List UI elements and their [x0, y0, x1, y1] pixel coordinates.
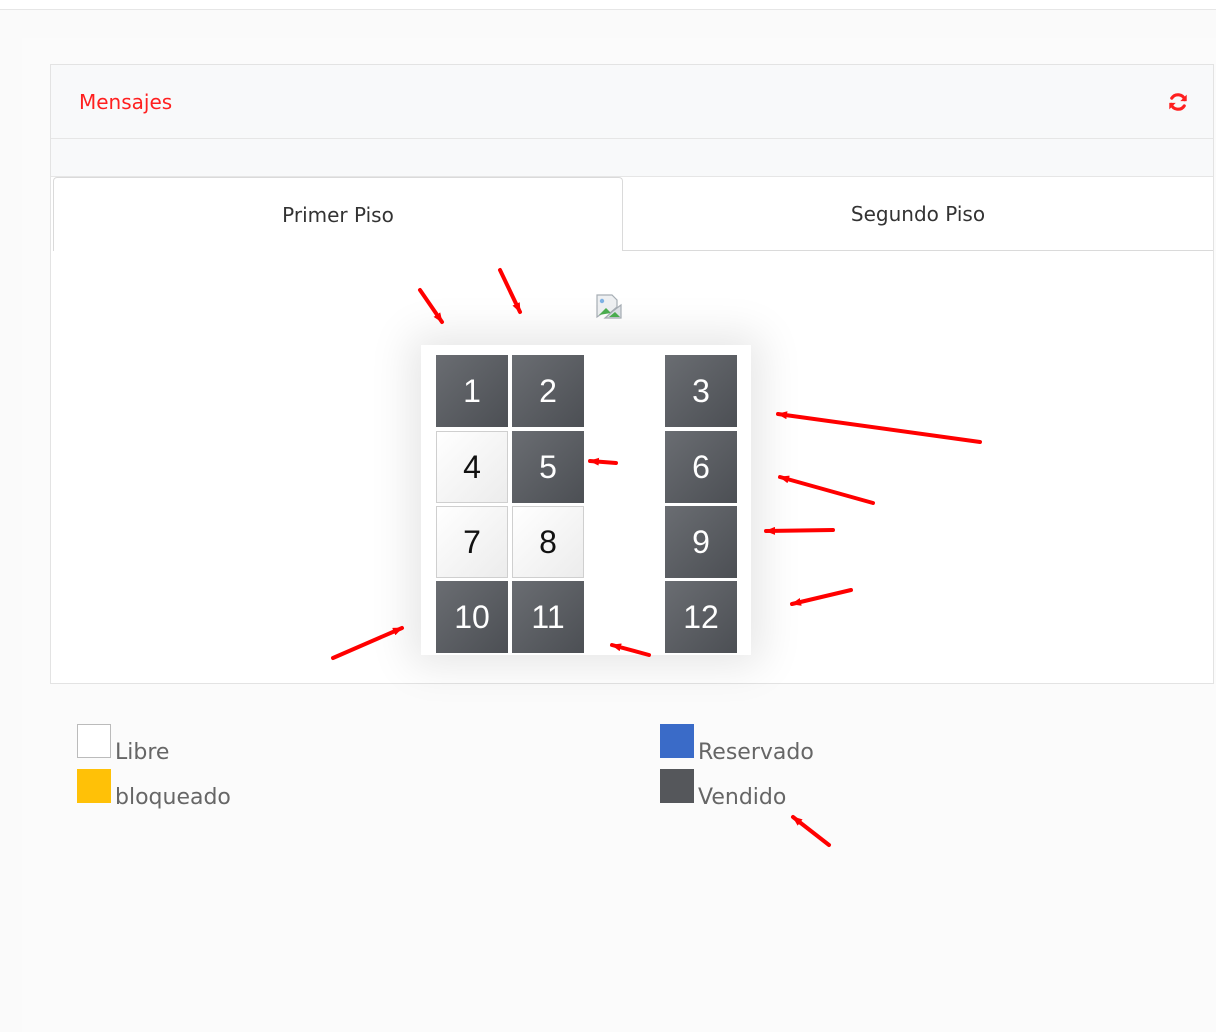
refresh-icon[interactable] [1167, 91, 1189, 113]
legend-label-bloqueado: bloqueado [115, 785, 231, 810]
seat-6[interactable]: 6 [665, 431, 737, 503]
floor-tabs: Primer Piso Segundo Piso [51, 177, 1213, 251]
seat-4[interactable]: 4 [436, 431, 508, 503]
legend-vendido: Vendido [660, 767, 786, 809]
panel-heading: Mensajes [51, 65, 1213, 139]
legend-label-vendido: Vendido [698, 785, 787, 810]
seat-2[interactable]: 2 [512, 355, 584, 427]
legend-label-libre: Libre [115, 740, 170, 765]
seat-9[interactable]: 9 [665, 506, 737, 578]
legend-swatch-vendido [660, 769, 694, 803]
tab-primer-piso[interactable]: Primer Piso [53, 177, 623, 251]
messages-panel: Mensajes Primer Piso Segundo Piso 1 2 3 … [50, 64, 1214, 684]
seat-7[interactable]: 7 [436, 506, 508, 578]
tab-segundo-piso[interactable]: Segundo Piso [623, 177, 1213, 251]
seat-5[interactable]: 5 [512, 431, 584, 503]
legend-libre: Libre [77, 722, 169, 764]
panel-title: Mensajes [79, 90, 173, 114]
seat-3[interactable]: 3 [665, 355, 737, 427]
legend-label-reservado: Reservado [698, 740, 814, 765]
legend-reservado: Reservado [660, 722, 814, 764]
legend-swatch-libre [77, 724, 111, 758]
legend-swatch-bloqueado [77, 769, 111, 803]
seat-12[interactable]: 12 [665, 581, 737, 653]
panel-subheader [51, 139, 1213, 177]
broken-image-icon [596, 294, 622, 319]
seat-8[interactable]: 8 [512, 506, 584, 578]
legend-bloqueado: bloqueado [77, 767, 231, 809]
seat-11[interactable]: 11 [512, 581, 584, 653]
seat-1[interactable]: 1 [436, 355, 508, 427]
legend-swatch-reservado [660, 724, 694, 758]
top-bar [0, 0, 1216, 10]
seat-10[interactable]: 10 [436, 581, 508, 653]
